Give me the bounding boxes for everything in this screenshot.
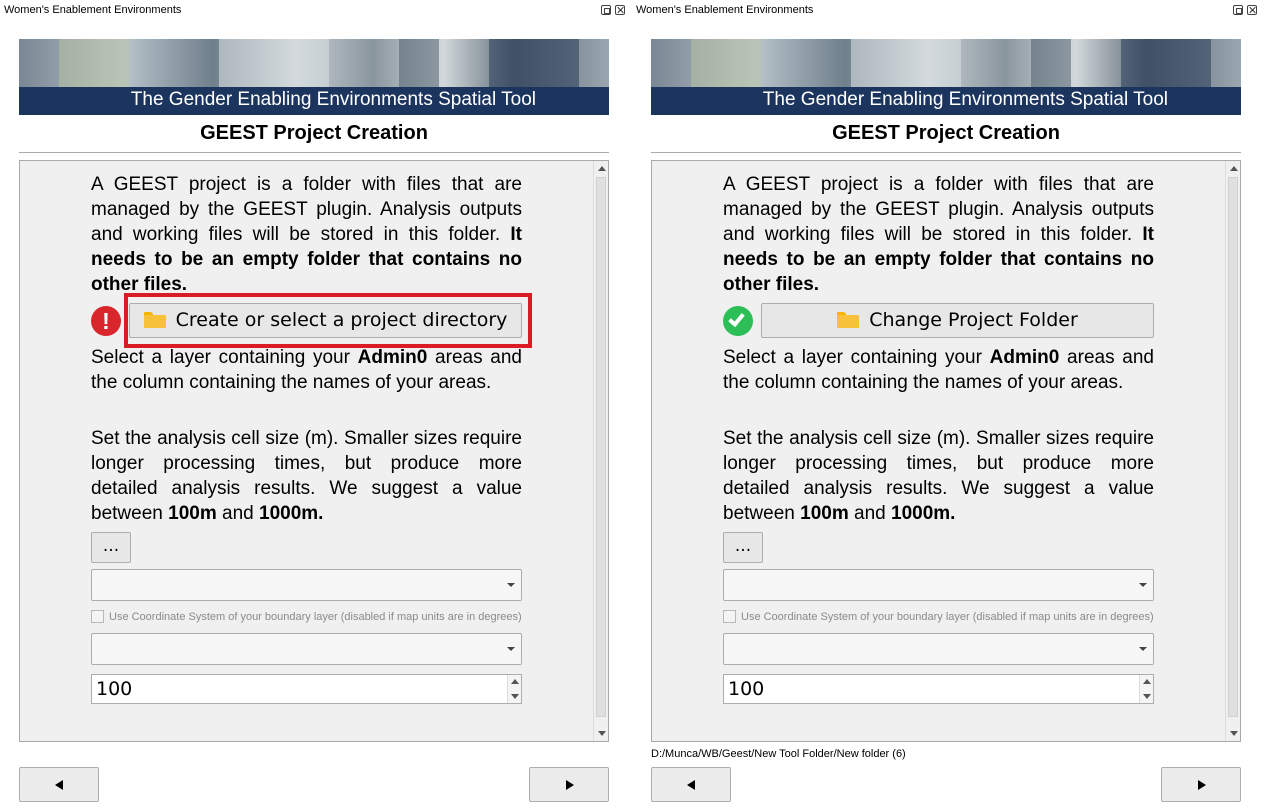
intro-text: A GEEST project is a folder with files t… bbox=[91, 174, 522, 295]
dock-panel-before: Women's Enablement Environments The Gend… bbox=[0, 0, 632, 811]
cell-size-spinbox[interactable]: 100 bbox=[723, 674, 1154, 704]
float-window-icon[interactable] bbox=[1233, 5, 1243, 15]
scroll-down-icon[interactable] bbox=[598, 731, 606, 736]
page-title: GEEST Project Creation bbox=[200, 122, 428, 144]
spin-up-icon[interactable] bbox=[511, 679, 519, 684]
layer-select[interactable] bbox=[91, 569, 522, 601]
float-window-icon[interactable] bbox=[601, 5, 611, 15]
browse-layer-button[interactable]: ... bbox=[91, 532, 131, 563]
window-title: Women's Enablement Environments bbox=[636, 4, 814, 16]
page-title: GEEST Project Creation bbox=[832, 122, 1060, 144]
chevron-down-icon bbox=[507, 583, 515, 587]
vertical-scrollbar[interactable] bbox=[1225, 161, 1240, 741]
cell-size-value: 100 bbox=[96, 678, 133, 700]
intro-text: A GEEST project is a folder with files t… bbox=[723, 174, 1154, 295]
cell-size-text: Set the analysis cell size (m). Smaller … bbox=[91, 428, 522, 524]
divider bbox=[651, 152, 1241, 153]
browse-layer-button[interactable]: ... bbox=[723, 532, 763, 563]
scroll-up-icon[interactable] bbox=[1230, 166, 1238, 171]
divider bbox=[19, 152, 609, 153]
crs-checkbox-label: Use Coordinate System of your boundary l… bbox=[741, 611, 1154, 623]
crs-checkbox[interactable] bbox=[91, 610, 104, 623]
cell-size-spinbox[interactable]: 100 bbox=[91, 674, 522, 704]
error-icon: ! bbox=[91, 306, 121, 336]
layer-select[interactable] bbox=[723, 569, 1154, 601]
scroll-down-icon[interactable] bbox=[1230, 731, 1238, 736]
project-folder-button[interactable]: Create or select a project directory bbox=[129, 303, 522, 338]
spin-up-icon[interactable] bbox=[1143, 679, 1151, 684]
scroll-thumb[interactable] bbox=[596, 177, 606, 717]
triangle-left-icon bbox=[687, 780, 695, 790]
scroll-thumb[interactable] bbox=[1228, 177, 1238, 717]
close-icon[interactable] bbox=[1247, 5, 1257, 15]
folder-icon bbox=[837, 312, 860, 328]
spin-down-icon[interactable] bbox=[1143, 694, 1151, 699]
admin-layer-text: Select a layer containing your Admin0 ar… bbox=[723, 347, 1154, 393]
banner-image: The Gender Enabling Environments Spatial… bbox=[19, 39, 609, 115]
admin-layer-text: Select a layer containing your Admin0 ar… bbox=[91, 347, 522, 393]
crs-checkbox-label: Use Coordinate System of your boundary l… bbox=[109, 611, 522, 623]
next-button[interactable] bbox=[1161, 767, 1241, 802]
triangle-right-icon bbox=[1198, 780, 1206, 790]
triangle-right-icon bbox=[566, 780, 574, 790]
previous-button[interactable] bbox=[19, 767, 99, 802]
next-button[interactable] bbox=[529, 767, 609, 802]
crs-checkbox[interactable] bbox=[723, 610, 736, 623]
banner-image: The Gender Enabling Environments Spatial… bbox=[651, 39, 1241, 115]
cell-size-text: Set the analysis cell size (m). Smaller … bbox=[723, 428, 1154, 524]
close-icon[interactable] bbox=[615, 5, 625, 15]
column-select[interactable] bbox=[91, 633, 522, 665]
scroll-up-icon[interactable] bbox=[598, 166, 606, 171]
chevron-down-icon bbox=[1139, 583, 1147, 587]
spin-down-icon[interactable] bbox=[511, 694, 519, 699]
project-path-label: D:/Munca/WB/Geest/New Tool Folder/New fo… bbox=[651, 748, 906, 760]
folder-icon bbox=[143, 312, 166, 328]
dock-panel-after: Women's Enablement Environments The Gend… bbox=[632, 0, 1264, 811]
banner-text: The Gender Enabling Environments Spatial… bbox=[762, 89, 1168, 110]
checkmark-icon bbox=[723, 306, 753, 336]
cell-size-value: 100 bbox=[728, 678, 765, 700]
chevron-down-icon bbox=[1139, 647, 1147, 651]
chevron-down-icon bbox=[507, 647, 515, 651]
dock-titlebar: Women's Enablement Environments bbox=[632, 0, 1264, 22]
window-title: Women's Enablement Environments bbox=[4, 4, 182, 16]
vertical-scrollbar[interactable] bbox=[593, 161, 608, 741]
triangle-left-icon bbox=[55, 780, 63, 790]
banner-text: The Gender Enabling Environments Spatial… bbox=[130, 89, 536, 110]
column-select[interactable] bbox=[723, 633, 1154, 665]
previous-button[interactable] bbox=[651, 767, 731, 802]
dock-titlebar: Women's Enablement Environments bbox=[0, 0, 632, 22]
change-project-folder-button[interactable]: Change Project Folder bbox=[761, 303, 1154, 338]
